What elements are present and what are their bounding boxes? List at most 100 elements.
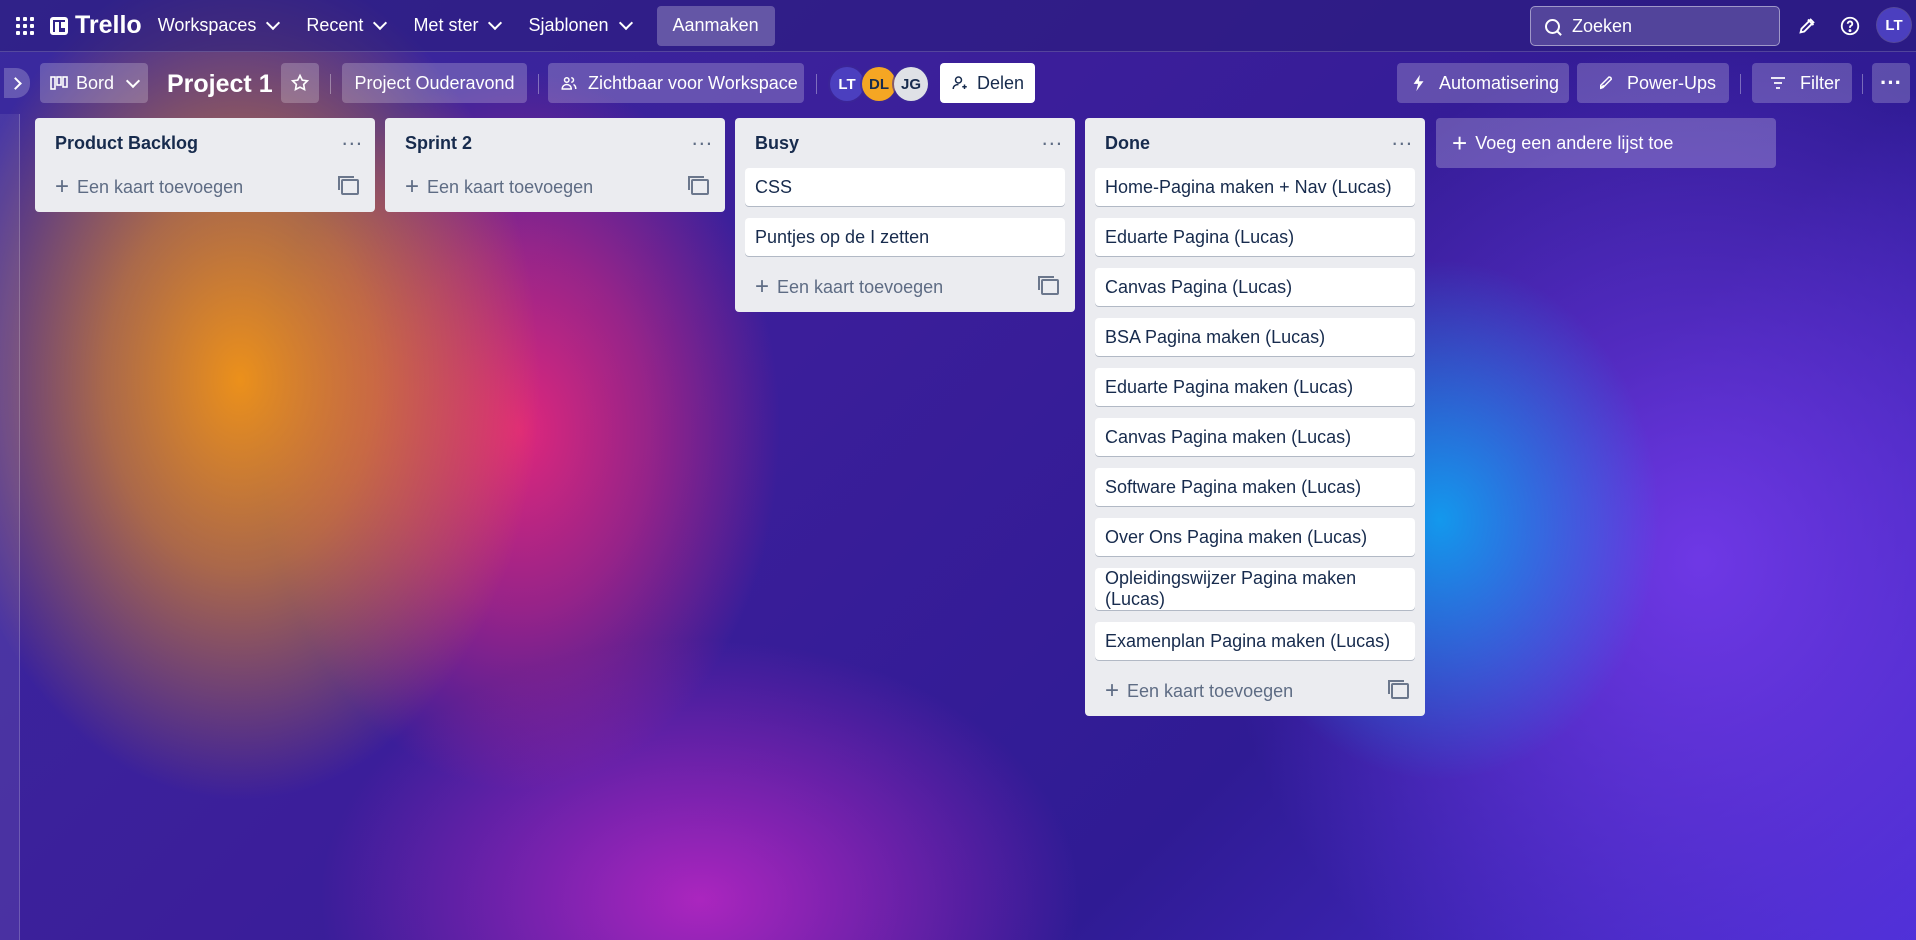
filter-button[interactable]: Filter xyxy=(1752,63,1852,103)
card[interactable]: Opleidingswijzer Pagina maken (Lucas) xyxy=(1095,568,1415,610)
member-avatar[interactable]: LT xyxy=(830,67,864,101)
divider xyxy=(1740,74,1741,94)
card[interactable]: Eduarte Pagina (Lucas) xyxy=(1095,218,1415,256)
lightning-icon xyxy=(1413,74,1424,92)
member-avatar[interactable]: DL xyxy=(862,67,896,101)
list-title[interactable]: Done xyxy=(1105,133,1150,154)
board-menu-button[interactable]: ··· xyxy=(1872,63,1910,103)
card-template-icon[interactable] xyxy=(1038,276,1059,295)
plus-icon: + xyxy=(1452,127,1468,158)
list-done: Done ... Home-Pagina maken + Nav (Lucas)… xyxy=(1085,118,1425,716)
list-menu-icon[interactable]: ... xyxy=(1392,127,1413,153)
search-input[interactable] xyxy=(1570,14,1764,38)
add-card-button[interactable]: + Een kaart toevoegen xyxy=(45,168,365,206)
nav-templates-label: Sjablonen xyxy=(528,15,609,35)
collapsed-sidebar[interactable] xyxy=(0,114,20,940)
plus-icon: + xyxy=(405,173,420,200)
logo-text: Trello xyxy=(75,11,142,39)
card[interactable]: Canvas Pagina (Lucas) xyxy=(1095,268,1415,306)
search-icon xyxy=(1545,18,1560,34)
add-card-label: Een kaart toevoegen xyxy=(427,176,594,197)
view-label: Bord xyxy=(76,72,115,93)
star-icon xyxy=(290,73,310,92)
add-card-button[interactable]: + Een kaart toevoegen xyxy=(745,268,1065,306)
add-list-button[interactable]: + Voeg een andere lijst toe xyxy=(1436,118,1776,168)
sidebar-expand-button[interactable] xyxy=(4,68,30,98)
list-busy: Busy ... CSS Puntjes op de I zetten + Een… xyxy=(735,118,1075,312)
add-card-button[interactable]: + Een kaart toevoegen xyxy=(395,168,715,206)
list-title[interactable]: Busy xyxy=(755,133,799,154)
card-template-icon[interactable] xyxy=(338,176,359,195)
chevron-down-icon xyxy=(266,15,281,31)
nav-starred-label: Met ster xyxy=(413,15,479,35)
add-list-label: Voeg een andere lijst toe xyxy=(1475,132,1674,153)
card-template-icon[interactable] xyxy=(688,176,709,195)
card[interactable]: BSA Pagina maken (Lucas) xyxy=(1095,318,1415,356)
trello-logo-icon xyxy=(50,16,68,35)
chevron-down-icon xyxy=(125,73,141,88)
nav-templates[interactable]: Sjablonen xyxy=(516,6,642,46)
add-card-label: Een kaart toevoegen xyxy=(777,276,944,297)
card[interactable]: Over Ons Pagina maken (Lucas) xyxy=(1095,518,1415,556)
list-sprint-2: Sprint 2 ... + Een kaart toevoegen xyxy=(385,118,725,212)
share-button[interactable]: Delen xyxy=(940,63,1035,103)
filter-icon xyxy=(1771,77,1785,89)
nav-recent[interactable]: Recent xyxy=(294,6,397,46)
list-product-backlog: Product Backlog ... + Een kaart toevoegen xyxy=(35,118,375,212)
nav-workspaces-label: Workspaces xyxy=(157,15,257,35)
search-box[interactable] xyxy=(1530,6,1780,46)
list-title[interactable]: Product Backlog xyxy=(55,133,198,154)
nav-workspaces[interactable]: Workspaces xyxy=(146,6,291,46)
card[interactable]: Puntjes op de I zetten xyxy=(745,218,1065,256)
divider xyxy=(330,74,331,94)
list-menu-icon[interactable]: ... xyxy=(692,127,713,153)
card[interactable]: Software Pagina maken (Lucas) xyxy=(1095,468,1415,506)
add-card-label: Een kaart toevoegen xyxy=(1127,680,1294,701)
member-avatar[interactable]: JG xyxy=(894,67,928,101)
workspace-button[interactable]: Project Ouderavond xyxy=(342,63,527,103)
user-avatar[interactable]: LT xyxy=(1877,8,1911,42)
powerups-label: Power-Ups xyxy=(1627,72,1717,93)
add-card-button[interactable]: + Een kaart toevoegen xyxy=(1095,672,1415,710)
list-menu-icon[interactable]: ... xyxy=(342,127,363,153)
nav-starred[interactable]: Met ster xyxy=(401,6,512,46)
board-title[interactable]: Project 1 xyxy=(167,70,273,99)
card[interactable]: Examenplan Pagina maken (Lucas) xyxy=(1095,622,1415,660)
divider xyxy=(1862,74,1863,94)
card[interactable]: Eduarte Pagina maken (Lucas) xyxy=(1095,368,1415,406)
help-icon[interactable] xyxy=(1838,14,1862,38)
divider xyxy=(816,74,817,94)
card-template-icon[interactable] xyxy=(1388,680,1409,699)
chevron-down-icon xyxy=(488,15,503,31)
divider xyxy=(538,74,539,94)
automation-button[interactable]: Automatisering xyxy=(1397,63,1569,103)
share-label: Delen xyxy=(976,72,1025,93)
visibility-label: Zichtbaar voor Workspace xyxy=(588,72,798,93)
whats-new-icon[interactable] xyxy=(1795,14,1819,38)
view-switcher-button[interactable]: Bord xyxy=(40,63,148,103)
star-board-button[interactable] xyxy=(281,63,319,103)
nav-recent-label: Recent xyxy=(306,15,364,35)
powerups-button[interactable]: Power-Ups xyxy=(1577,63,1729,103)
app-switcher-icon[interactable] xyxy=(16,16,34,35)
trello-logo[interactable]: Trello xyxy=(50,11,142,40)
list-title[interactable]: Sprint 2 xyxy=(405,133,472,154)
more-icon: ··· xyxy=(1880,70,1902,95)
chevron-right-icon xyxy=(9,76,22,90)
chevron-down-icon xyxy=(373,15,388,31)
workspace-visibility-icon xyxy=(561,77,577,90)
list-menu-icon[interactable]: ... xyxy=(1042,127,1063,153)
board-header: Bord Project 1 Project Ouderavond Zichtb… xyxy=(0,52,1916,114)
filter-label: Filter xyxy=(1800,72,1840,93)
create-button[interactable]: Aanmaken xyxy=(656,5,775,46)
add-card-label: Een kaart toevoegen xyxy=(77,176,244,197)
card[interactable]: Home-Pagina maken + Nav (Lucas) xyxy=(1095,168,1415,206)
plus-icon: + xyxy=(755,273,770,300)
visibility-button[interactable]: Zichtbaar voor Workspace xyxy=(548,63,804,103)
board-icon xyxy=(50,76,68,90)
card[interactable]: CSS xyxy=(745,168,1065,206)
plus-icon: + xyxy=(1105,677,1120,704)
card[interactable]: Canvas Pagina maken (Lucas) xyxy=(1095,418,1415,456)
add-person-icon xyxy=(952,76,967,90)
top-header: Trello Workspaces Recent Met ster Sjablo… xyxy=(0,0,1916,52)
